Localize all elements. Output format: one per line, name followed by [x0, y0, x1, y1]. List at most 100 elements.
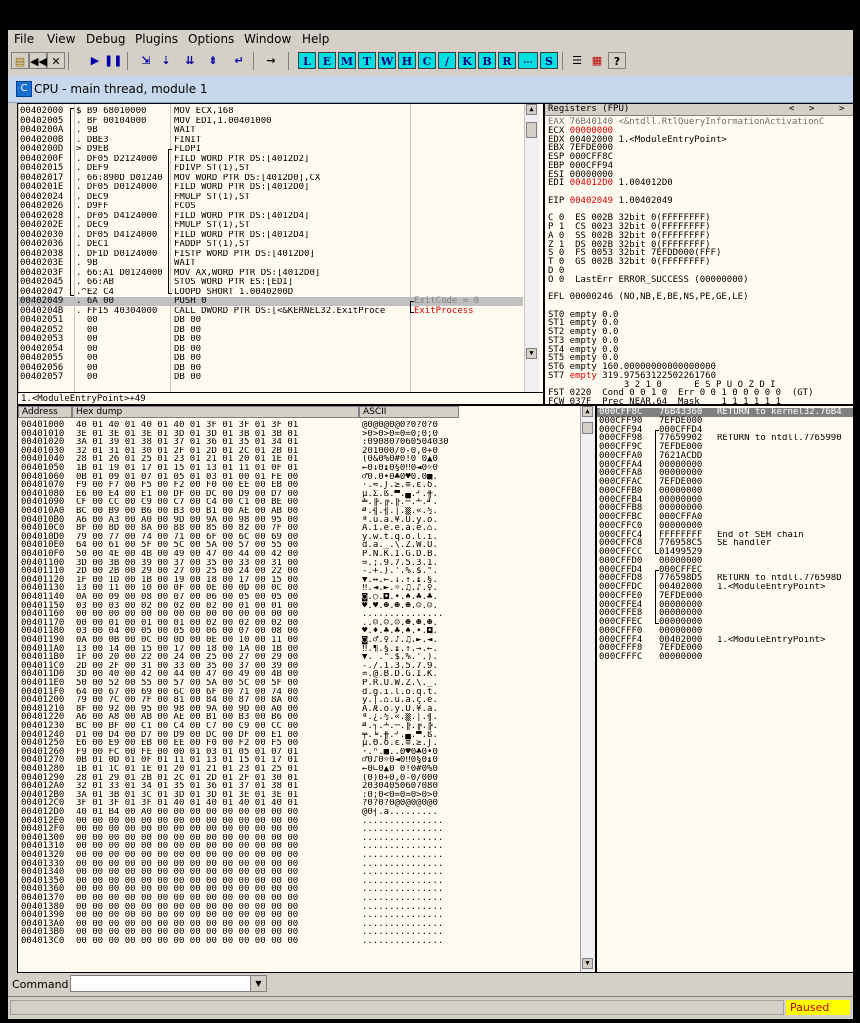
- registers-next-icon[interactable]: >: [809, 104, 814, 115]
- register-line[interactable]: FCW 037F Prec NEAR,64 Mask 1 1 1 1 1 1: [548, 398, 781, 405]
- color-grid-icon[interactable]: ▦: [588, 52, 606, 69]
- disasm-instruction: MOV ECX,168: [174, 107, 234, 116]
- dump-scroll-up-icon[interactable]: ▲: [582, 406, 593, 417]
- disasm-instruction: FMULP ST(1),ST: [174, 192, 250, 202]
- menu-plugins[interactable]: Plugins: [135, 32, 178, 46]
- dump-address: 004013C0: [21, 936, 65, 946]
- disasm-hex: > D9EB: [76, 145, 109, 154]
- scroll-down-icon[interactable]: ▼: [526, 348, 537, 359]
- disasm-instruction: FMULP ST(1),ST: [174, 221, 250, 230]
- disasm-row[interactable]: 00402057 00 DB 00: [18, 373, 523, 382]
- menu-debug[interactable]: Debug: [86, 32, 125, 46]
- step-over-icon[interactable]: ⇣: [157, 52, 175, 69]
- disasm-row[interactable]: 00402017. 66:890D D01240 MOV WORD PTR DS:…: [18, 173, 523, 183]
- disasm-row[interactable]: 00402054 00 DB 00: [18, 344, 523, 354]
- disassembly-scrollbar[interactable]: ▲ ▼: [524, 104, 539, 392]
- handles-button[interactable]: H: [398, 52, 416, 69]
- execute-till-return-icon[interactable]: ↵: [230, 52, 248, 69]
- register-line[interactable]: EDI 004012D0 1.004012D0: [548, 179, 673, 188]
- disasm-row[interactable]: 00402051 00 DB 00: [18, 316, 523, 325]
- help-icon[interactable]: ?: [608, 52, 626, 69]
- stack-row[interactable]: 000CFFFC 00000000: [597, 653, 853, 662]
- status-paused-badge: Paused: [786, 1000, 850, 1015]
- disasm-row[interactable]: 0040200D > D9EB FLDPI: [18, 145, 523, 154]
- disasm-row[interactable]: 00402052 00 DB 00: [18, 325, 523, 335]
- disasm-row[interactable]: 00402056 00 DB 00: [18, 363, 523, 373]
- memory-map-button[interactable]: M: [338, 52, 356, 69]
- disasm-row[interactable]: 00402045 . 66:AB STOS WORD PTR ES:[EDI]: [18, 278, 523, 287]
- close-program-icon[interactable]: ✕: [47, 52, 65, 69]
- run-trace-button[interactable]: ...: [518, 52, 538, 69]
- threads-button[interactable]: T: [358, 52, 376, 69]
- disasm-row[interactable]: 00402028. DF05 D4124000 FILD WORD PTR DS:…: [18, 211, 523, 221]
- disasm-row[interactable]: 00402026 . D9FF FCOS: [18, 202, 523, 211]
- go-to-icon[interactable]: →: [262, 52, 280, 69]
- disassembly-pane[interactable]: ▲ ▼ 00402000 $ B9 68010000 MOV ECX,168 0040…: [17, 103, 544, 393]
- menu-file[interactable]: File: [14, 32, 34, 46]
- dump-scroll-down-icon[interactable]: ▼: [582, 958, 593, 969]
- dump-hex-header[interactable]: Hex dump: [72, 406, 359, 418]
- disasm-row[interactable]: 00402024. DEC9 FMULP ST(1),ST: [18, 192, 523, 202]
- disasm-row[interactable]: 0040200A . 9B WAIT: [18, 126, 523, 135]
- step-into-icon[interactable]: ⇲: [137, 52, 155, 69]
- scroll-up-icon[interactable]: ▲: [526, 104, 537, 115]
- references-button[interactable]: R: [498, 52, 516, 69]
- command-dropdown-icon[interactable]: ▼: [250, 976, 266, 991]
- registers-pane[interactable]: Registers (FPU) < > > EAX 76B40140 <&ntd…: [544, 103, 854, 405]
- dump-ascii-header[interactable]: ASCII: [359, 406, 459, 418]
- command-input[interactable]: ▼: [70, 975, 267, 992]
- breakpoints-button[interactable]: B: [478, 52, 496, 69]
- comment-exitcode: ExitCode = 0: [414, 296, 480, 306]
- windows-button[interactable]: W: [378, 52, 396, 69]
- disasm-row[interactable]: 0040200F. DF05 D2124000 FILD WORD PTR DS:…: [18, 154, 523, 164]
- disasm-row[interactable]: 00402036 . DEC1 FADDP ST(1),ST: [18, 240, 523, 249]
- disasm-row[interactable]: 00402053 00 DB 00: [18, 335, 523, 344]
- register-line[interactable]: EIP 00402049 1.00402049: [548, 196, 673, 206]
- disasm-row[interactable]: 0040201E . DF05 D0124000 FILD WORD PTR DS:…: [18, 183, 523, 192]
- menu-options[interactable]: Options: [188, 32, 234, 46]
- menu-view[interactable]: View: [47, 32, 75, 46]
- disasm-hex: . DF05 D0124000: [76, 183, 158, 192]
- disasm-row[interactable]: 00402038. DF1D D0124000 FISTP WORD PTR DS…: [18, 249, 523, 259]
- log-window-button[interactable]: L: [298, 52, 316, 69]
- register-line[interactable]: O 0 LastErr ERROR_SUCCESS (00000000): [548, 275, 748, 285]
- run-icon[interactable]: ▶: [86, 52, 104, 69]
- dump-scroll-thumb[interactable]: [582, 422, 593, 434]
- disasm-row[interactable]: 00402015 . DEF9 FDIVP ST(1),ST: [18, 164, 523, 173]
- disasm-row[interactable]: 00402030. DF05 D4124000 FILD WORD PTR DS:…: [18, 230, 523, 240]
- patches-button[interactable]: /: [438, 52, 456, 69]
- dump-row[interactable]: 004013C0 00 00 00 00 00 00 00 00 00 00 00…: [18, 937, 578, 946]
- disasm-instruction: FILD WORD PTR DS:[4012D0]: [174, 183, 310, 192]
- trace-into-icon[interactable]: ⇊: [181, 52, 199, 69]
- trace-over-icon[interactable]: ⇟: [204, 52, 222, 69]
- rewind-icon[interactable]: ◀◀: [29, 52, 47, 69]
- pause-icon[interactable]: ❚❚: [104, 52, 122, 69]
- menu-help[interactable]: Help: [302, 32, 329, 46]
- registers-scroll-icon[interactable]: >: [839, 104, 844, 115]
- scroll-thumb[interactable]: [526, 122, 537, 138]
- disasm-instruction: CALL DWORD PTR DS:[<&KERNEL32.ExitProce: [174, 306, 386, 316]
- dump-address-header[interactable]: Address: [18, 406, 72, 418]
- disasm-row[interactable]: 0040203F. 66:A1 D0124000 MOV AX,WORD PTR …: [18, 268, 523, 278]
- stack-address: 000CFFFC: [599, 652, 643, 662]
- registers-prev-icon[interactable]: <: [789, 104, 794, 115]
- disasm-row[interactable]: 0040203E . 9B WAIT: [18, 259, 523, 268]
- stack-pane[interactable]: 000CFF8C 76B43360 RETURN to kernel32.76B4 0…: [596, 405, 854, 973]
- call-stack-button[interactable]: K: [458, 52, 476, 69]
- disasm-row[interactable]: 00402000 $ B9 68010000 MOV ECX,168: [18, 107, 523, 116]
- disasm-hex: . DEC9: [76, 192, 109, 202]
- disasm-row[interactable]: 0040202E . DEC9 FMULP ST(1),ST: [18, 221, 523, 230]
- disasm-row[interactable]: 00402005. BF 00104000 MOV EDI,1.00401000: [18, 116, 523, 126]
- open-file-icon[interactable]: ▤: [11, 52, 29, 69]
- modules-button[interactable]: E: [318, 52, 336, 69]
- disasm-row[interactable]: 00402055 00 DB 00: [18, 354, 523, 363]
- menu-window[interactable]: Window: [244, 32, 291, 46]
- hex-dump-pane[interactable]: Address Hex dump ASCII ▲ ▼ 00401000 40 01…: [17, 405, 596, 973]
- disasm-row[interactable]: 0040200B. DBE3 FINIT: [18, 135, 523, 145]
- cpu-button[interactable]: C: [418, 52, 436, 69]
- register-line[interactable]: EFL 00000246 (NO,NB,E,BE,NS,PE,GE,LE): [548, 293, 748, 302]
- source-button[interactable]: S: [540, 52, 558, 69]
- list-icon[interactable]: ☰: [568, 52, 586, 69]
- dump-scrollbar[interactable]: ▲ ▼: [580, 406, 595, 972]
- register-line[interactable]: T 0 GS 002B 32bit 0(FFFFFFFF): [548, 258, 711, 267]
